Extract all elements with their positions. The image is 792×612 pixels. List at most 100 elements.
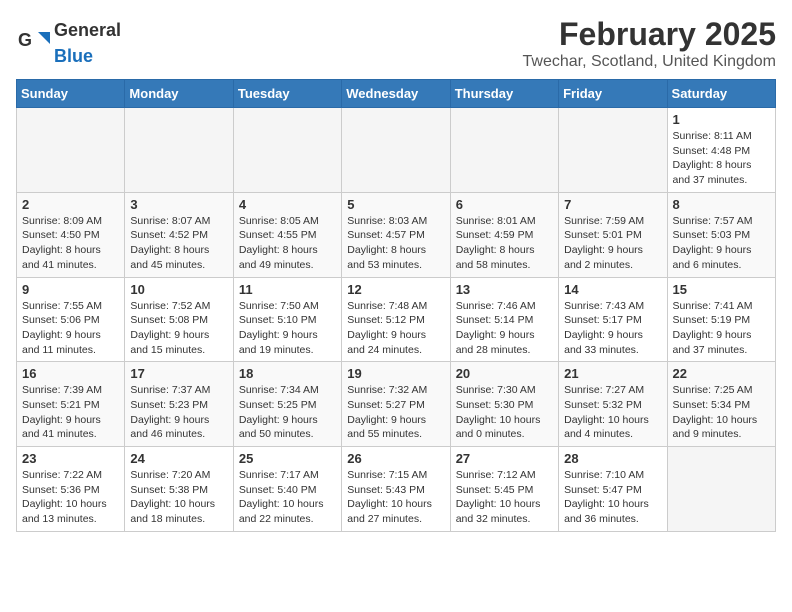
logo: G General Blue: [16, 16, 121, 68]
day-detail: Sunrise: 7:32 AMSunset: 5:27 PMDaylight:…: [347, 383, 444, 442]
col-header-friday: Friday: [559, 80, 667, 108]
logo-general-text: General: [54, 20, 121, 40]
calendar-cell: [342, 108, 450, 193]
col-header-sunday: Sunday: [17, 80, 125, 108]
day-number: 25: [239, 451, 336, 466]
day-number: 21: [564, 366, 661, 381]
day-number: 28: [564, 451, 661, 466]
calendar-cell: [233, 108, 341, 193]
day-number: 24: [130, 451, 227, 466]
calendar-cell: [559, 108, 667, 193]
calendar-cell: 20 Sunrise: 7:30 AMSunset: 5:30 PMDayligh…: [450, 362, 558, 447]
calendar-cell: 3 Sunrise: 8:07 AMSunset: 4:52 PMDaylight…: [125, 192, 233, 277]
calendar-cell: 19 Sunrise: 7:32 AMSunset: 5:27 PMDayligh…: [342, 362, 450, 447]
calendar-cell: 8 Sunrise: 7:57 AMSunset: 5:03 PMDaylight…: [667, 192, 775, 277]
calendar-cell: [450, 108, 558, 193]
day-detail: Sunrise: 7:43 AMSunset: 5:17 PMDaylight:…: [564, 299, 661, 358]
day-detail: Sunrise: 8:11 AMSunset: 4:48 PMDaylight:…: [673, 129, 770, 188]
day-number: 1: [673, 112, 770, 127]
calendar-week-row: 2 Sunrise: 8:09 AMSunset: 4:50 PMDaylight…: [17, 192, 776, 277]
day-number: 20: [456, 366, 553, 381]
day-detail: Sunrise: 7:50 AMSunset: 5:10 PMDaylight:…: [239, 299, 336, 358]
calendar-cell: 7 Sunrise: 7:59 AMSunset: 5:01 PMDaylight…: [559, 192, 667, 277]
calendar-cell: 4 Sunrise: 8:05 AMSunset: 4:55 PMDaylight…: [233, 192, 341, 277]
day-detail: Sunrise: 8:01 AMSunset: 4:59 PMDaylight:…: [456, 214, 553, 273]
day-detail: Sunrise: 7:48 AMSunset: 5:12 PMDaylight:…: [347, 299, 444, 358]
logo-blue-text: Blue: [54, 46, 93, 66]
day-number: 5: [347, 197, 444, 212]
calendar-cell: [667, 447, 775, 532]
day-number: 10: [130, 282, 227, 297]
day-detail: Sunrise: 7:41 AMSunset: 5:19 PMDaylight:…: [673, 299, 770, 358]
calendar-cell: 26 Sunrise: 7:15 AMSunset: 5:43 PMDayligh…: [342, 447, 450, 532]
calendar-week-row: 1 Sunrise: 8:11 AMSunset: 4:48 PMDaylight…: [17, 108, 776, 193]
calendar-cell: 22 Sunrise: 7:25 AMSunset: 5:34 PMDayligh…: [667, 362, 775, 447]
calendar-cell: 14Sunrise: 7:43 AMSunset: 5:17 PMDayligh…: [559, 277, 667, 362]
page-header: G General Blue February 2025 Twechar, Sc…: [16, 16, 776, 71]
calendar-cell: 27Sunrise: 7:12 AMSunset: 5:45 PMDayligh…: [450, 447, 558, 532]
day-detail: Sunrise: 7:17 AMSunset: 5:40 PMDaylight:…: [239, 468, 336, 527]
day-number: 11: [239, 282, 336, 297]
calendar-cell: 17 Sunrise: 7:37 AMSunset: 5:23 PMDayligh…: [125, 362, 233, 447]
day-number: 3: [130, 197, 227, 212]
calendar-cell: 25 Sunrise: 7:17 AMSunset: 5:40 PMDayligh…: [233, 447, 341, 532]
day-detail: Sunrise: 7:39 AMSunset: 5:21 PMDaylight:…: [22, 383, 119, 442]
day-number: 6: [456, 197, 553, 212]
calendar-week-row: 9Sunrise: 7:55 AMSunset: 5:06 PMDaylight…: [17, 277, 776, 362]
day-detail: Sunrise: 7:22 AMSunset: 5:36 PMDaylight:…: [22, 468, 119, 527]
calendar-header-row: SundayMondayTuesdayWednesdayThursdayFrid…: [17, 80, 776, 108]
title-area: February 2025 Twechar, Scotland, United …: [523, 16, 776, 71]
calendar-cell: [125, 108, 233, 193]
day-detail: Sunrise: 7:30 AMSunset: 5:30 PMDaylight:…: [456, 383, 553, 442]
page-subtitle: Twechar, Scotland, United Kingdom: [523, 53, 776, 71]
day-number: 13: [456, 282, 553, 297]
day-detail: Sunrise: 8:03 AMSunset: 4:57 PMDaylight:…: [347, 214, 444, 273]
col-header-thursday: Thursday: [450, 80, 558, 108]
day-number: 19: [347, 366, 444, 381]
logo-icon: G: [16, 24, 52, 60]
day-detail: Sunrise: 7:25 AMSunset: 5:34 PMDaylight:…: [673, 383, 770, 442]
day-number: 8: [673, 197, 770, 212]
calendar-cell: [17, 108, 125, 193]
calendar-cell: 5 Sunrise: 8:03 AMSunset: 4:57 PMDaylight…: [342, 192, 450, 277]
day-number: 17: [130, 366, 227, 381]
day-number: 27: [456, 451, 553, 466]
calendar-cell: 6 Sunrise: 8:01 AMSunset: 4:59 PMDaylight…: [450, 192, 558, 277]
day-detail: Sunrise: 7:15 AMSunset: 5:43 PMDaylight:…: [347, 468, 444, 527]
day-detail: Sunrise: 7:59 AMSunset: 5:01 PMDaylight:…: [564, 214, 661, 273]
calendar-cell: 21Sunrise: 7:27 AMSunset: 5:32 PMDayligh…: [559, 362, 667, 447]
calendar-cell: 28 Sunrise: 7:10 AMSunset: 5:47 PMDayligh…: [559, 447, 667, 532]
day-number: 7: [564, 197, 661, 212]
day-number: 26: [347, 451, 444, 466]
day-detail: Sunrise: 7:46 AMSunset: 5:14 PMDaylight:…: [456, 299, 553, 358]
calendar-cell: 12 Sunrise: 7:48 AMSunset: 5:12 PMDayligh…: [342, 277, 450, 362]
day-number: 15: [673, 282, 770, 297]
svg-text:G: G: [18, 30, 32, 50]
day-detail: Sunrise: 8:09 AMSunset: 4:50 PMDaylight:…: [22, 214, 119, 273]
day-detail: Sunrise: 7:10 AMSunset: 5:47 PMDaylight:…: [564, 468, 661, 527]
calendar-cell: 24 Sunrise: 7:20 AMSunset: 5:38 PMDayligh…: [125, 447, 233, 532]
calendar-cell: 10 Sunrise: 7:52 AMSunset: 5:08 PMDayligh…: [125, 277, 233, 362]
day-number: 22: [673, 366, 770, 381]
calendar-table: SundayMondayTuesdayWednesdayThursdayFrid…: [16, 79, 776, 532]
calendar-cell: 18 Sunrise: 7:34 AMSunset: 5:25 PMDayligh…: [233, 362, 341, 447]
day-detail: Sunrise: 8:05 AMSunset: 4:55 PMDaylight:…: [239, 214, 336, 273]
calendar-cell: 2 Sunrise: 8:09 AMSunset: 4:50 PMDaylight…: [17, 192, 125, 277]
day-detail: Sunrise: 7:52 AMSunset: 5:08 PMDaylight:…: [130, 299, 227, 358]
day-detail: Sunrise: 7:20 AMSunset: 5:38 PMDaylight:…: [130, 468, 227, 527]
day-number: 16: [22, 366, 119, 381]
page-title: February 2025: [523, 16, 776, 53]
calendar-cell: 11 Sunrise: 7:50 AMSunset: 5:10 PMDayligh…: [233, 277, 341, 362]
day-number: 4: [239, 197, 336, 212]
day-number: 12: [347, 282, 444, 297]
calendar-week-row: 16 Sunrise: 7:39 AMSunset: 5:21 PMDayligh…: [17, 362, 776, 447]
calendar-cell: 9Sunrise: 7:55 AMSunset: 5:06 PMDaylight…: [17, 277, 125, 362]
col-header-monday: Monday: [125, 80, 233, 108]
day-number: 2: [22, 197, 119, 212]
calendar-cell: 15 Sunrise: 7:41 AMSunset: 5:19 PMDayligh…: [667, 277, 775, 362]
day-number: 18: [239, 366, 336, 381]
day-detail: Sunrise: 7:57 AMSunset: 5:03 PMDaylight:…: [673, 214, 770, 273]
day-detail: Sunrise: 7:37 AMSunset: 5:23 PMDaylight:…: [130, 383, 227, 442]
day-detail: Sunrise: 8:07 AMSunset: 4:52 PMDaylight:…: [130, 214, 227, 273]
day-detail: Sunrise: 7:34 AMSunset: 5:25 PMDaylight:…: [239, 383, 336, 442]
